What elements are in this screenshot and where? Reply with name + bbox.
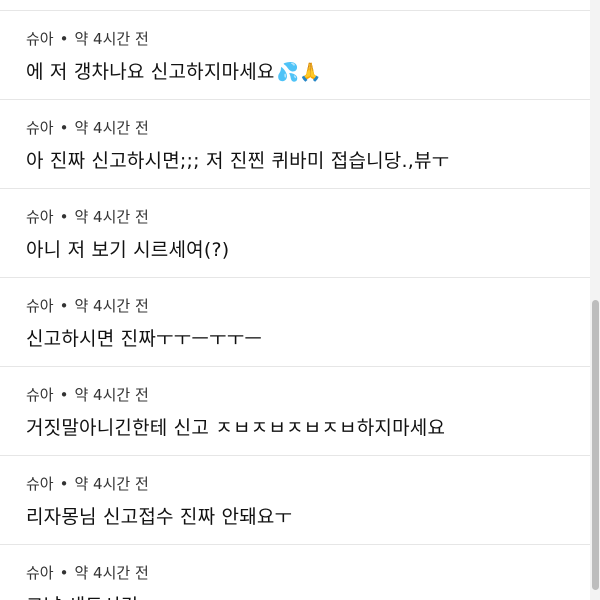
comment-author[interactable]: 슈아 xyxy=(26,30,54,48)
comment-text: 리자몽님 신고접수 진짜 안돼요ㅜ xyxy=(26,506,293,528)
comment-author[interactable]: 슈아 xyxy=(26,297,54,315)
comment-time: 약 4시간 전 xyxy=(74,564,149,582)
comment-time: 약 4시간 전 xyxy=(74,119,149,137)
comment-meta: 슈아 • 약 4시간 전 xyxy=(26,28,149,49)
meta-separator: • xyxy=(59,30,69,48)
meta-separator: • xyxy=(59,386,69,404)
comment-author[interactable]: 슈아 xyxy=(26,119,54,137)
comment-item: 슈아 • 약 4시간 전 거짓말아니긴한테 신고 ㅈㅂㅈㅂㅈㅂㅈㅂ하지마세요 xyxy=(0,366,590,455)
comment-text: 아니 저 보기 시르세여(?) xyxy=(26,239,230,261)
comment-item: 슈아 • 약 4시간 전 리자몽님 신고접수 진짜 안돼요ㅜ xyxy=(0,455,590,544)
comment-item: 슈아 • 약 4시간 전 에 저 갱차나요 신고하지마세요 💦🙏 xyxy=(0,10,590,99)
comment-time: 약 4시간 전 xyxy=(74,30,149,48)
comment-time: 약 4시간 전 xyxy=(74,475,149,493)
comment-author[interactable]: 슈아 xyxy=(26,386,54,404)
comment-author[interactable]: 슈아 xyxy=(26,208,54,226)
comment-meta: 슈아 • 약 4시간 전 xyxy=(26,117,149,138)
comment-feed: 슈아 • 약 4시간 전 에 저 갱차나요 신고하지마세요 💦🙏 슈아 • 약 4시간 전… xyxy=(0,0,600,600)
comment-meta: 슈아 • 약 4시간 전 xyxy=(26,384,149,405)
sweat-and-pray-emoji-icon: 💦🙏 xyxy=(276,62,322,83)
comment-author[interactable]: 슈아 xyxy=(26,475,54,493)
comment-time: 약 4시간 전 xyxy=(74,386,149,404)
comment-text: 거짓말아니긴한테 신고 ㅈㅂㅈㅂㅈㅂㅈㅂ하지마세요 xyxy=(26,417,446,439)
comment-text: 신고하시면 진짜ㅜㅜㅡㅜㅜㅡ xyxy=(26,328,263,350)
comment-text: 아 진짜 신고하시면;;; 저 진찐 퀴바미 접습니당.,뷰ㅜ xyxy=(26,150,450,172)
comment-text: 에 저 갱차나요 신고하지마세요 💦🙏 xyxy=(26,57,322,84)
comment-text: 그냥 새도시긴 xyxy=(26,591,138,600)
comment-meta: 슈아 • 약 4시간 전 xyxy=(26,206,149,227)
comment-meta: 슈아 • 약 4시간 전 xyxy=(26,473,149,494)
comment-meta: 슈아 • 약 4시간 전 xyxy=(26,295,149,316)
scrollbar-track[interactable] xyxy=(590,0,600,600)
scrollbar-thumb[interactable] xyxy=(592,300,599,590)
meta-separator: • xyxy=(59,208,69,226)
comment-time: 약 4시간 전 xyxy=(74,297,149,315)
comment-meta: 슈아 • 약 4시간 전 xyxy=(26,562,149,583)
comment-item: 슈아 • 약 4시간 전 그냥 새도시긴 xyxy=(0,544,590,600)
meta-separator: • xyxy=(59,119,69,137)
meta-separator: • xyxy=(59,564,69,582)
comment-time: 약 4시간 전 xyxy=(74,208,149,226)
meta-separator: • xyxy=(59,297,69,315)
comment-item: 슈아 • 약 4시간 전 아니 저 보기 시르세여(?) xyxy=(0,188,590,277)
comment-author[interactable]: 슈아 xyxy=(26,564,54,582)
comment-item: 슈아 • 약 4시간 전 아 진짜 신고하시면;;; 저 진찐 퀴바미 접습니당.,… xyxy=(0,99,590,188)
comment-item: 슈아 • 약 4시간 전 신고하시면 진짜ㅜㅜㅡㅜㅜㅡ xyxy=(0,277,590,366)
comment-text-content: 에 저 갱차나요 신고하지마세요 xyxy=(26,61,275,83)
meta-separator: • xyxy=(59,475,69,493)
